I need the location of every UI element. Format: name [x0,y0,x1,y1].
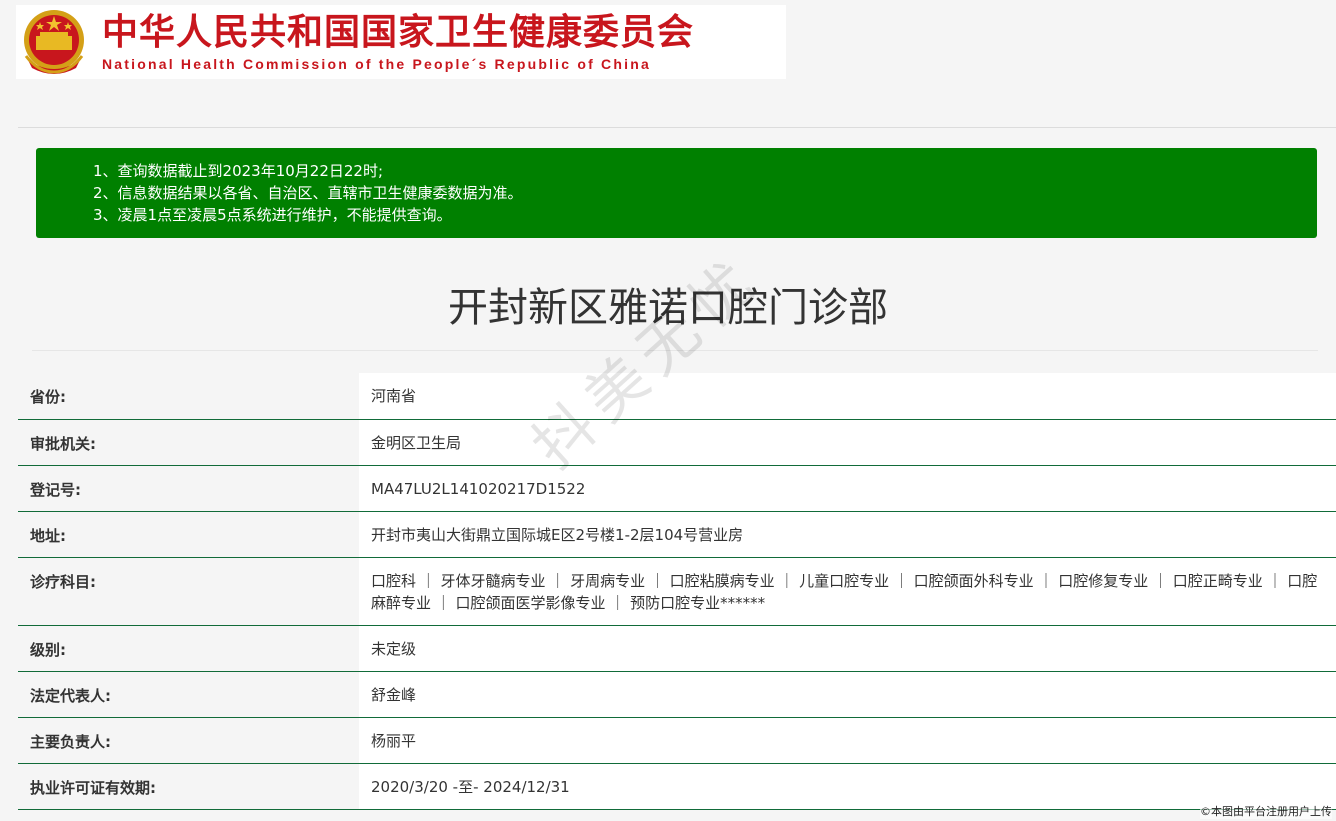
row-label-treatment-subjects: 诊疗科目: [18,557,359,626]
row-value-principal: 杨丽平 [359,717,1336,764]
row-value-approval-authority: 金明区卫生局 [359,419,1336,466]
row-value-address: 开封市夷山大街鼎立国际城E区2号楼1-2层104号营业房 [359,511,1336,558]
row-value-legal-representative: 舒金峰 [359,671,1336,718]
table-row: 法定代表人: 舒金峰 [18,671,1336,718]
table-row: 级别: 未定级 [18,625,1336,672]
header-title-cn: 中华人民共和国国家卫生健康委员会 [102,11,695,52]
table-row: 诊疗科目: 口腔科 ｜ 牙体牙髓病专业 ｜ 牙周病专业 ｜ 口腔粘膜病专业 ｜ … [18,557,1336,626]
row-label-level: 级别: [18,625,359,672]
row-value-registration-number: MA47LU2L141020217D1522 [359,465,1336,512]
table-row: 主要负责人: 杨丽平 [18,717,1336,764]
copyright-notice: ©本图由平台注册用户上传 [1200,803,1332,819]
row-value-level: 未定级 [359,625,1336,672]
row-label-address: 地址: [18,511,359,558]
page-title: 开封新区雅诺口腔门诊部 [448,285,888,331]
title-divider [32,350,1318,351]
table-row: 审批机关: 金明区卫生局 [18,419,1336,466]
notice-line: 2、信息数据结果以各省、自治区、直辖市卫生健康委数据为准。 [93,184,523,202]
row-label-province: 省份: [18,373,359,420]
row-label-approval-authority: 审批机关: [18,419,359,466]
header-divider [18,127,1336,128]
table-row: 执业许可证有效期: 2020/3/20 -至- 2024/12/31 [18,763,1336,810]
row-label-principal: 主要负责人: [18,717,359,764]
row-value-province: 河南省 [359,373,1336,420]
national-emblem-icon [18,6,90,78]
notice-box: 1、查询数据截止到2023年10月22日22时; 2、信息数据结果以各省、自治区… [36,148,1317,238]
table-row: 省份: 河南省 [18,373,1336,420]
row-label-legal-representative: 法定代表人: [18,671,359,718]
table-row: 地址: 开封市夷山大街鼎立国际城E区2号楼1-2层104号营业房 [18,511,1336,558]
info-table: 省份: 河南省 审批机关: 金明区卫生局 登记号: MA47LU2L141020… [18,373,1336,810]
row-label-license-validity: 执业许可证有效期: [18,763,359,810]
header-title-en: National Health Commission of the People… [102,56,651,72]
header-banner: 中华人民共和国国家卫生健康委员会 National Health Commiss… [16,5,786,79]
table-row: 登记号: MA47LU2L141020217D1522 [18,465,1336,512]
notice-line: 3、凌晨1点至凌晨5点系统进行维护，不能提供查询。 [93,206,452,224]
row-value-license-validity: 2020/3/20 -至- 2024/12/31 [359,763,1336,810]
row-value-treatment-subjects: 口腔科 ｜ 牙体牙髓病专业 ｜ 牙周病专业 ｜ 口腔粘膜病专业 ｜ 儿童口腔专业… [359,557,1336,626]
row-label-registration-number: 登记号: [18,465,359,512]
notice-line: 1、查询数据截止到2023年10月22日22时; [93,162,384,180]
